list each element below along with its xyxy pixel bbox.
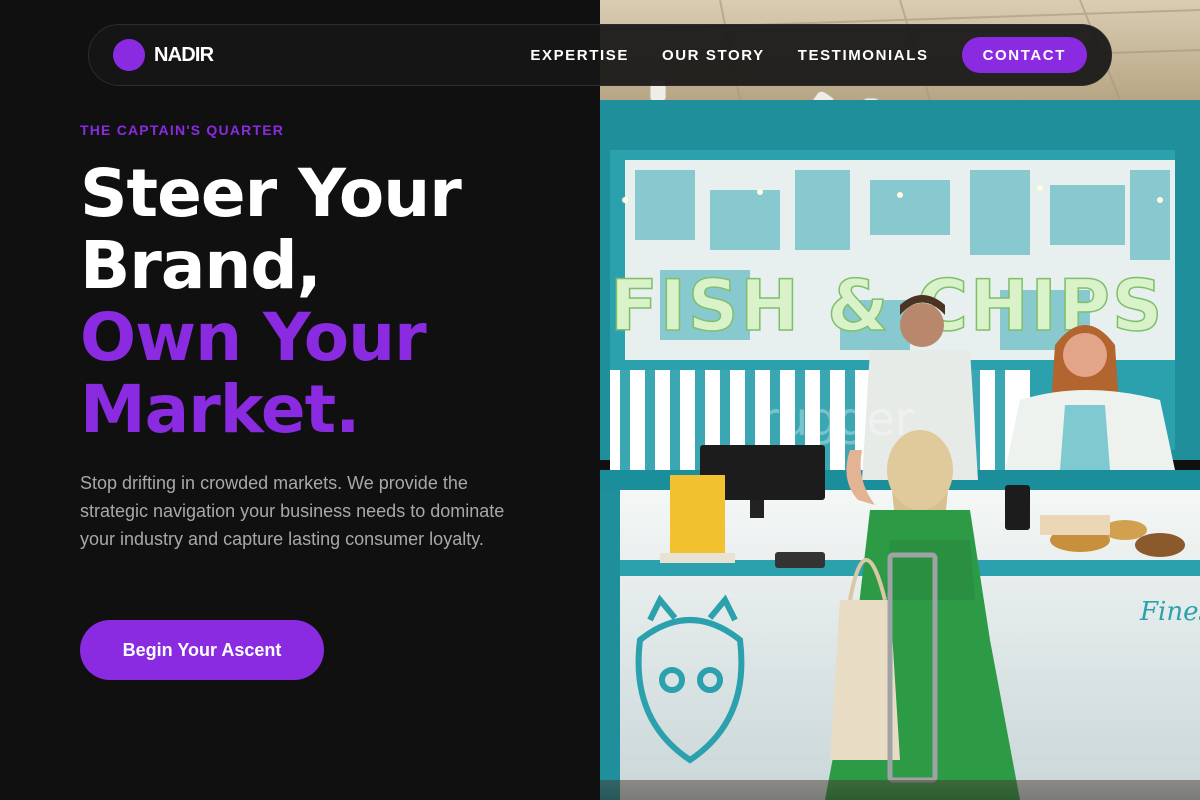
kiosk-photo-illustration: FISH & CHIPS Fine rugger: [600, 0, 1200, 800]
nav-link-expertise[interactable]: EXPERTISE: [530, 47, 629, 64]
brand-name: NADIR: [154, 43, 214, 66]
counter-script-text: Fines: [1139, 597, 1200, 627]
headline-line-3: Own Your: [80, 299, 427, 376]
headline-line-2: Brand,: [80, 227, 322, 304]
nav-links: EXPERTISE OUR STORY TESTIMONIALS CONTACT: [530, 37, 1087, 73]
headline-line-1: Steer Your: [80, 155, 462, 232]
top-navigation: NADIR EXPERTISE OUR STORY TESTIMONIALS C…: [88, 24, 1112, 86]
contact-button[interactable]: CONTACT: [961, 37, 1087, 73]
begin-your-ascent-button[interactable]: Begin Your Ascent: [80, 620, 324, 680]
logo-circle-icon: [113, 39, 145, 71]
photo-watermark: rugger: [760, 392, 914, 446]
hero-photo: FISH & CHIPS Fine rugger: [600, 0, 1200, 800]
nav-link-testimonials[interactable]: TESTIMONIALS: [798, 47, 929, 64]
hero-panel: THE CAPTAIN'S QUARTER Steer Your Brand, …: [0, 0, 600, 800]
landing-page: THE CAPTAIN'S QUARTER Steer Your Brand, …: [0, 0, 1200, 800]
headline-line-4: Market.: [80, 371, 360, 448]
nav-link-our-story[interactable]: OUR STORY: [662, 47, 765, 64]
hero-eyebrow: THE CAPTAIN'S QUARTER: [80, 122, 285, 138]
hero-headline: Steer Your Brand, Own Your Market.: [80, 158, 580, 446]
hero-lead: Stop drifting in crowded markets. We pro…: [80, 473, 505, 549]
brand-logo[interactable]: NADIR: [113, 39, 214, 71]
